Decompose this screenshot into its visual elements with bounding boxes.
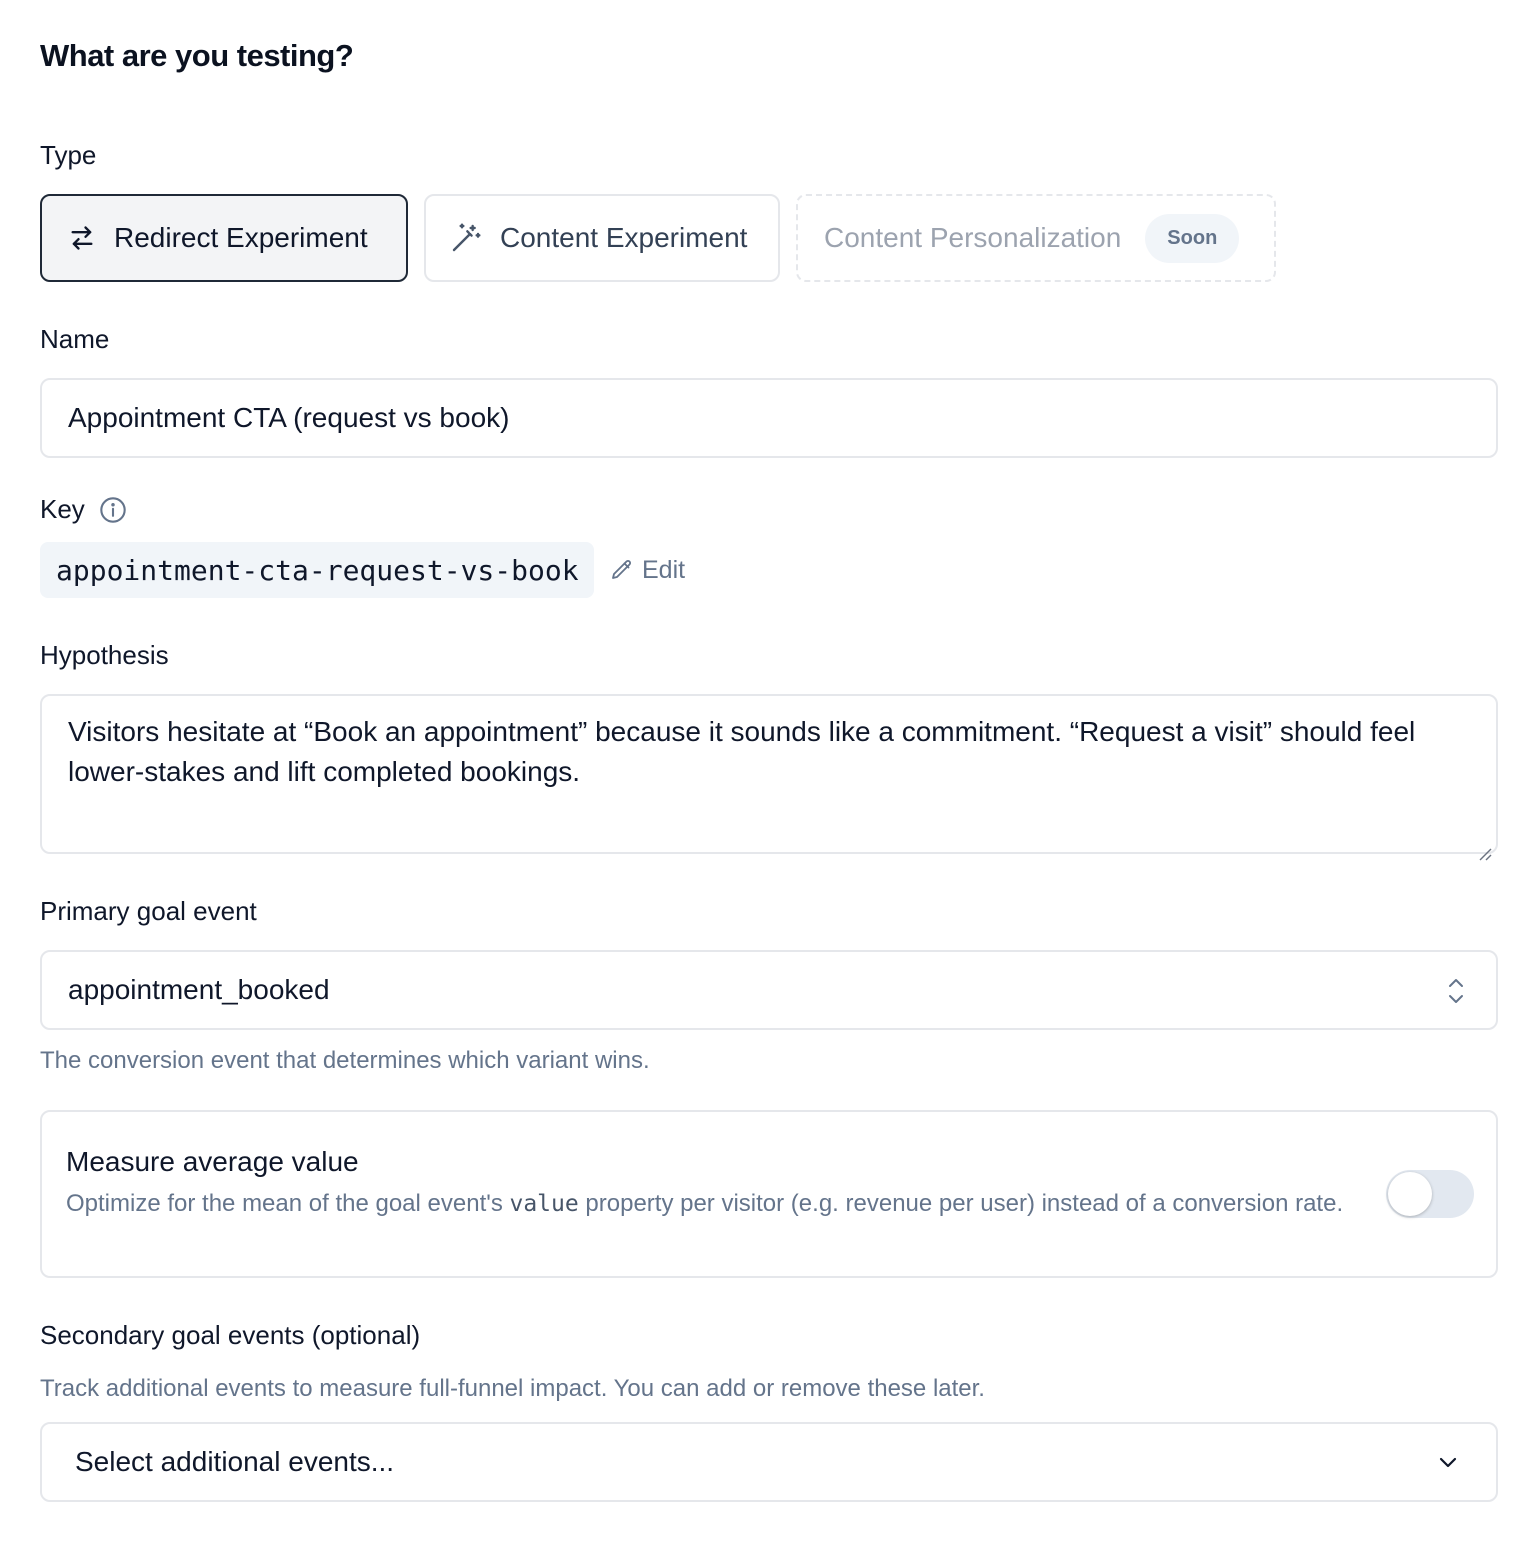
edit-key-button[interactable]: Edit bbox=[610, 553, 685, 587]
pencil-icon bbox=[610, 558, 634, 582]
average-value-desc-end: property per visitor (e.g. revenue per u… bbox=[578, 1190, 1344, 1217]
chevron-up-down-icon bbox=[1444, 976, 1468, 1006]
redirect-experiment-button[interactable]: Redirect Experiment bbox=[40, 194, 408, 282]
magic-wand-icon bbox=[450, 222, 482, 254]
redirect-experiment-label: Redirect Experiment bbox=[114, 222, 368, 253]
key-label-row: Key bbox=[40, 494, 127, 525]
average-value-desc-start: Optimize for the mean of the goal event'… bbox=[66, 1190, 510, 1217]
content-experiment-button[interactable]: Content Experiment bbox=[424, 194, 780, 282]
average-value-card: Measure average value Optimize for the m… bbox=[40, 1110, 1498, 1278]
name-input-value: Appointment CTA (request vs book) bbox=[68, 402, 510, 433]
page-title: What are you testing? bbox=[40, 38, 354, 73]
chevron-down-icon bbox=[1436, 1452, 1460, 1474]
secondary-goals-select[interactable]: Select additional events... bbox=[40, 1422, 1498, 1502]
average-value-description: Optimize for the mean of the goal event'… bbox=[66, 1188, 1386, 1220]
name-input[interactable]: Appointment CTA (request vs book) bbox=[40, 378, 1498, 458]
secondary-goals-placeholder: Select additional events... bbox=[75, 1446, 395, 1477]
average-value-title: Measure average value bbox=[66, 1146, 359, 1177]
info-icon[interactable] bbox=[99, 496, 127, 524]
value-code: value bbox=[509, 1191, 579, 1217]
primary-goal-value: appointment_booked bbox=[68, 974, 330, 1005]
key-value: appointment-cta-request-vs-book bbox=[40, 542, 594, 598]
soon-badge: Soon bbox=[1145, 213, 1240, 263]
edit-label: Edit bbox=[642, 555, 686, 584]
content-experiment-label: Content Experiment bbox=[500, 222, 748, 253]
primary-goal-helper: The conversion event that determines whi… bbox=[40, 1047, 650, 1074]
secondary-goals-label: Secondary goal events (optional) bbox=[40, 1320, 421, 1350]
toggle-knob bbox=[1388, 1172, 1432, 1216]
average-value-toggle[interactable] bbox=[1386, 1170, 1474, 1218]
name-label: Name bbox=[40, 324, 110, 354]
content-personalization-button: Content Personalization Soon bbox=[796, 194, 1276, 282]
resize-handle-icon[interactable] bbox=[1476, 832, 1492, 861]
key-label: Key bbox=[40, 494, 85, 524]
hypothesis-value: Visitors hesitate at “Book an appointmen… bbox=[68, 716, 1416, 787]
arrows-swap-icon bbox=[68, 224, 96, 252]
content-personalization-label: Content Personalization bbox=[824, 222, 1122, 253]
hypothesis-label: Hypothesis bbox=[40, 640, 169, 670]
type-label: Type bbox=[40, 140, 97, 170]
primary-goal-select[interactable]: appointment_booked bbox=[40, 950, 1498, 1030]
hypothesis-textarea[interactable]: Visitors hesitate at “Book an appointmen… bbox=[40, 694, 1498, 861]
secondary-goals-helper: Track additional events to measure full-… bbox=[40, 1375, 985, 1402]
primary-goal-label: Primary goal event bbox=[40, 896, 257, 926]
